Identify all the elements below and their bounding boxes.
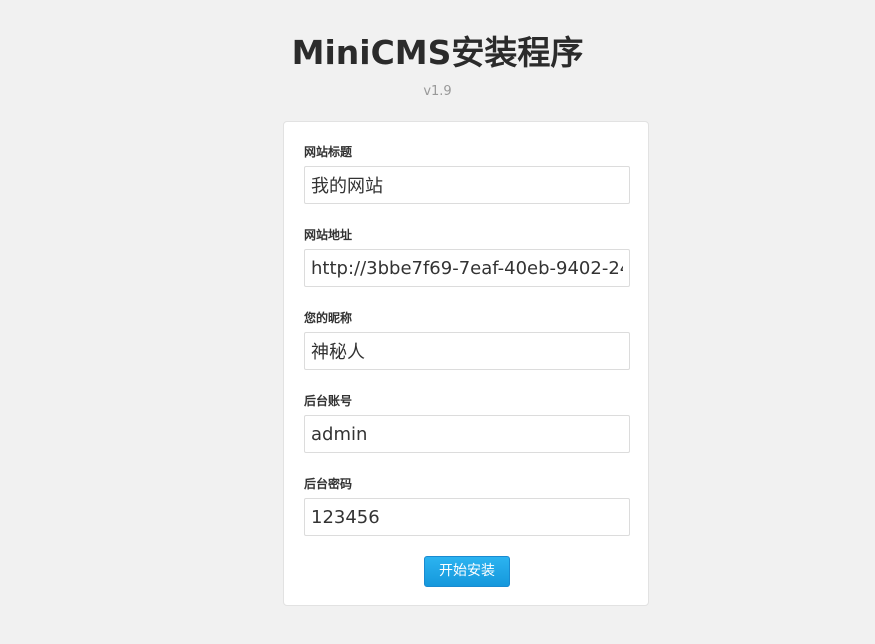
- admin-account-label: 后台账号: [304, 394, 353, 408]
- nickname-input[interactable]: [304, 332, 630, 370]
- start-install-button[interactable]: 开始安装: [424, 556, 510, 587]
- site-title-label: 网站标题: [304, 145, 353, 159]
- install-form-panel: 网站标题 网站地址 您的昵称 后台账号 后台密码 开始安装: [283, 121, 649, 606]
- site-title-field: 网站标题: [304, 144, 630, 204]
- site-url-field: 网站地址: [304, 227, 630, 287]
- site-url-input[interactable]: [304, 249, 630, 287]
- page-title: MiniCMS安装程序: [291, 33, 584, 72]
- admin-password-input[interactable]: [304, 498, 630, 536]
- admin-password-field: 后台密码: [304, 476, 630, 536]
- nickname-label: 您的昵称: [304, 311, 353, 325]
- version-label: v1.9: [423, 84, 452, 99]
- admin-account-input[interactable]: [304, 415, 630, 453]
- site-url-label: 网站地址: [304, 228, 353, 242]
- admin-account-field: 后台账号: [304, 393, 630, 453]
- admin-password-label: 后台密码: [304, 477, 353, 491]
- nickname-field: 您的昵称: [304, 310, 630, 370]
- site-title-input[interactable]: [304, 166, 630, 204]
